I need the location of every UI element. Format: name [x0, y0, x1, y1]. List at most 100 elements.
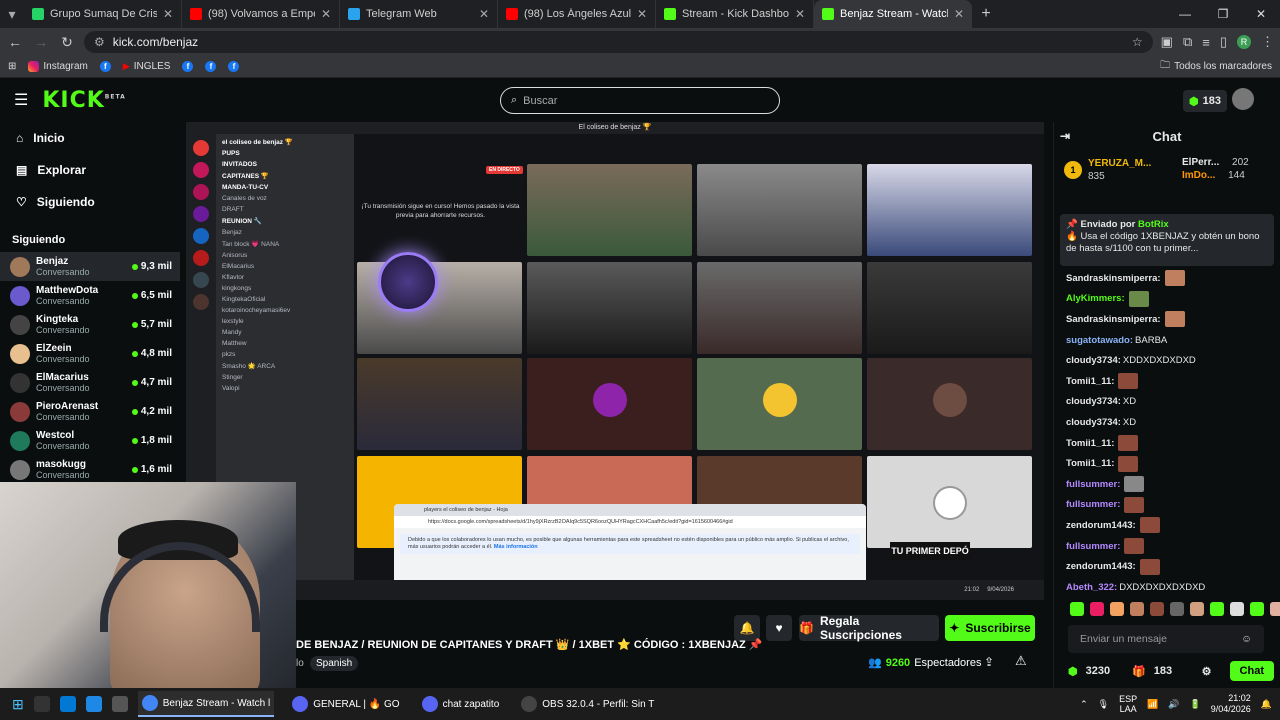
chat-message[interactable]: Tomii1_11:: [1066, 453, 1276, 474]
tray-chevron-icon[interactable]: ⌃: [1080, 699, 1088, 710]
pinned-message[interactable]: 📌 Enviado por BotRix 🔥 Usa el código 1XB…: [1060, 214, 1274, 266]
store-icon[interactable]: [85, 696, 102, 712]
clock[interactable]: 21:02 9/04/2026: [1211, 693, 1251, 715]
chat-username[interactable]: Tomii1_11:: [1066, 438, 1114, 449]
facebook-icon[interactable]: f: [99, 61, 111, 72]
tab-close-icon[interactable]: ✕: [321, 7, 331, 21]
explorer-icon[interactable]: [111, 696, 128, 712]
chat-send-button[interactable]: Chat: [1229, 661, 1274, 681]
followed-channel[interactable]: masokugg Conversando 1,6 mil: [0, 455, 180, 484]
chat-message[interactable]: fullsummer:: [1066, 536, 1276, 557]
chat-message[interactable]: AlyKimmers:: [1066, 289, 1276, 310]
nav-inicio[interactable]: ⌂ Inicio: [0, 122, 180, 154]
chat-username[interactable]: Tomii1_11:: [1066, 376, 1114, 387]
points-count[interactable]: 3230: [1086, 665, 1110, 677]
emote-icon[interactable]: [1130, 602, 1144, 616]
followed-channel[interactable]: Westcol Conversando 1,8 mil: [0, 426, 180, 455]
followed-channel[interactable]: Benjaz Conversando 9,3 mil: [0, 252, 180, 281]
chat-username[interactable]: Tomii1_11:: [1066, 458, 1114, 469]
windows-start-icon[interactable]: ⊞: [12, 696, 24, 713]
emote-icon[interactable]: [1270, 602, 1280, 616]
tab-close-icon[interactable]: ✕: [954, 7, 964, 21]
tab-close-icon[interactable]: ✕: [637, 7, 647, 21]
followed-channel[interactable]: MatthewDota Conversando 6,5 mil: [0, 281, 180, 310]
chat-message[interactable]: fullsummer:: [1066, 474, 1276, 495]
chat-message[interactable]: fullsummer:: [1066, 495, 1276, 516]
restore-icon[interactable]: ❐: [1204, 0, 1242, 28]
kick-logo[interactable]: KICKBETA: [42, 88, 125, 113]
tab-close-icon[interactable]: ✕: [479, 7, 489, 21]
facebook-icon[interactable]: f: [228, 61, 240, 72]
browser-tab[interactable]: Grupo Sumaq De Crispín Alegr ✕: [24, 0, 182, 28]
nav-explorar[interactable]: ▤ Explorar: [0, 154, 180, 186]
emote-icon[interactable]: [1070, 602, 1084, 616]
chat-message[interactable]: zendorum1443:: [1066, 515, 1276, 536]
browser-tab[interactable]: (98) Los Ángeles Azules - Nunc ✕: [498, 0, 656, 28]
menu-icon[interactable]: ⋮: [1261, 34, 1274, 50]
chat-message[interactable]: Tomii1_11:: [1066, 433, 1276, 454]
chat-message[interactable]: zendorum1443:: [1066, 556, 1276, 577]
chat-username[interactable]: Sandraskinsmiperra:: [1066, 314, 1161, 325]
browser-tab[interactable]: Stream - Kick Dashboard ✕: [656, 0, 814, 28]
search-input[interactable]: ⌕ Buscar: [500, 87, 780, 114]
chat-input[interactable]: Enviar un mensaje ☺: [1068, 625, 1264, 653]
emote-icon[interactable]: [1230, 602, 1244, 616]
chat-username[interactable]: sugatotawado:: [1066, 335, 1133, 346]
emote-icon[interactable]: [1150, 602, 1164, 616]
facebook-icon[interactable]: f: [182, 61, 194, 72]
emoji-picker-icon[interactable]: ☺: [1241, 633, 1252, 645]
emote-icon[interactable]: [1250, 602, 1264, 616]
followed-channel[interactable]: ElZeein Conversando 4,8 mil: [0, 339, 180, 368]
gift-subs-button[interactable]: 🎁 Regala Suscripciones: [799, 614, 939, 642]
taskview-icon[interactable]: [33, 696, 50, 712]
language-indicator[interactable]: ESP LAA: [1119, 694, 1137, 714]
chat-message[interactable]: Sandraskinsmiperra:: [1066, 268, 1276, 289]
back-icon[interactable]: ←: [6, 34, 24, 50]
chat-message[interactable]: cloudy3734: XD: [1066, 412, 1276, 433]
reload-icon[interactable]: ↻: [58, 34, 76, 51]
chat-username[interactable]: Sandraskinsmiperra:: [1066, 273, 1161, 284]
chat-message[interactable]: Abeth_322: DXDXDXDXDXDXD: [1066, 577, 1276, 598]
chat-username[interactable]: fullsummer:: [1066, 499, 1120, 510]
forward-icon[interactable]: →: [32, 34, 50, 50]
apps-grid-icon[interactable]: ⊞: [8, 61, 16, 72]
chat-message[interactable]: sugatotawado: BARBA: [1066, 330, 1276, 351]
emote-icon[interactable]: [1190, 602, 1204, 616]
address-bar[interactable]: ⚙ kick.com/benjaz ☆: [84, 31, 1153, 53]
stream-video[interactable]: El coliseo de benjaz 🏆 el coliseo de ben…: [186, 122, 1044, 600]
site-info-icon[interactable]: ⚙: [94, 35, 105, 49]
subscribe-button[interactable]: ✦ Suscribirse: [945, 615, 1035, 641]
bookmark-ingles[interactable]: ▶ INGLES: [123, 61, 171, 72]
tab-close-icon[interactable]: ✕: [795, 7, 805, 21]
volume-icon[interactable]: 🔊: [1168, 699, 1179, 710]
minimize-icon[interactable]: —: [1166, 0, 1204, 28]
browser-tab[interactable]: Telegram Web ✕: [340, 0, 498, 28]
followed-channel[interactable]: ElMacarius Conversando 4,7 mil: [0, 368, 180, 397]
leader-third[interactable]: ImDo... 144: [1182, 169, 1249, 182]
leader-first[interactable]: 1 YERUZA_M... 835: [1064, 156, 1164, 184]
emote-icon[interactable]: [1210, 602, 1224, 616]
profile-avatar[interactable]: R: [1237, 35, 1251, 49]
followed-channel[interactable]: PieroArenast Conversando 4,2 mil: [0, 397, 180, 426]
chat-message[interactable]: cloudy3734: XDDXDXDXDXD: [1066, 350, 1276, 371]
close-window-icon[interactable]: ✕: [1242, 0, 1280, 28]
tab-close-icon[interactable]: ✕: [163, 7, 173, 21]
extensions-icon[interactable]: ⧉: [1183, 34, 1192, 50]
emote-icon[interactable]: [1110, 602, 1124, 616]
chat-message[interactable]: Tomii1_11:: [1066, 371, 1276, 392]
chat-message[interactable]: cloudy3734: XD: [1066, 392, 1276, 413]
taskbar-app[interactable]: GENERAL | 🔥 GO: [288, 691, 403, 717]
hamburger-menu-icon[interactable]: ☰: [14, 90, 28, 110]
chat-username[interactable]: cloudy3734:: [1066, 355, 1121, 366]
emote-icon[interactable]: [1090, 602, 1104, 616]
edge-icon[interactable]: [59, 696, 76, 712]
notifications-icon[interactable]: 🔔: [1261, 699, 1272, 710]
user-avatar[interactable]: [1232, 88, 1254, 110]
chat-username[interactable]: fullsummer:: [1066, 479, 1120, 490]
collapse-chat-icon[interactable]: ⇥: [1060, 129, 1070, 143]
emote-icon[interactable]: [1170, 602, 1184, 616]
chat-username[interactable]: zendorum1443:: [1066, 520, 1136, 531]
chat-username[interactable]: AlyKimmers:: [1066, 293, 1125, 304]
followed-channel[interactable]: Kingteka Conversando 5,7 mil: [0, 310, 180, 339]
wifi-icon[interactable]: 📶: [1147, 699, 1158, 710]
